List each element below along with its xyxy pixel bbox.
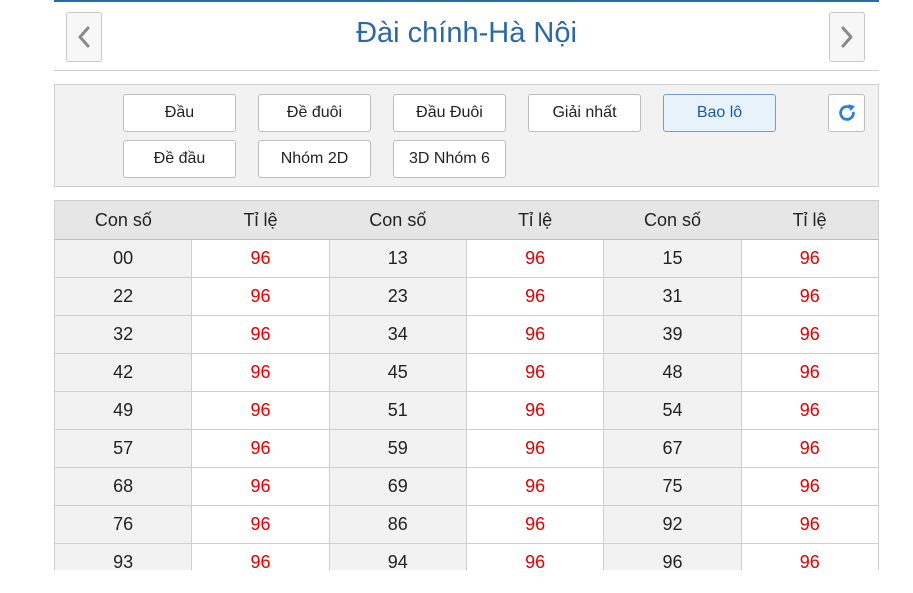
rate-cell: 96 bbox=[740, 391, 879, 430]
table-row: 00 96 13 96 15 96 bbox=[54, 239, 879, 278]
next-button[interactable] bbox=[829, 12, 865, 62]
number-cell: 68 bbox=[54, 467, 193, 506]
filter-dau-button[interactable]: Đầu bbox=[123, 94, 236, 132]
filter-dau-duoi-button[interactable]: Đầu Đuôi bbox=[393, 94, 506, 132]
page-title: Đài chính-Hà Nội bbox=[356, 17, 577, 49]
number-cell: 39 bbox=[603, 315, 742, 354]
number-cell: 32 bbox=[54, 315, 193, 354]
refresh-button[interactable] bbox=[828, 94, 865, 132]
rate-cell: 96 bbox=[465, 353, 605, 392]
number-cell: 49 bbox=[54, 391, 193, 430]
column-header-number: Con số bbox=[603, 200, 742, 240]
filter-bao-lo-button[interactable]: Bao lô bbox=[663, 94, 776, 132]
rate-cell: 96 bbox=[740, 239, 879, 278]
rate-cell: 96 bbox=[191, 505, 330, 544]
table-row: 93 96 94 96 96 96 bbox=[54, 543, 879, 570]
filter-de-duoi-button[interactable]: Đề đuôi bbox=[258, 94, 371, 132]
rate-cell: 96 bbox=[740, 543, 879, 570]
table-row: 42 96 45 96 48 96 bbox=[54, 353, 879, 392]
number-cell: 51 bbox=[328, 391, 467, 430]
rate-cell: 96 bbox=[191, 429, 330, 468]
number-cell: 69 bbox=[328, 467, 467, 506]
rate-cell: 96 bbox=[740, 277, 879, 316]
table-row: 57 96 59 96 67 96 bbox=[54, 429, 879, 468]
column-header-number: Con số bbox=[54, 200, 192, 240]
number-cell: 48 bbox=[603, 353, 742, 392]
number-cell: 00 bbox=[54, 239, 193, 278]
filter-panel: Đầu Đề đuôi Đầu Đuôi Giải nhất Bao lô Đề… bbox=[54, 84, 879, 187]
rate-cell: 96 bbox=[191, 391, 330, 430]
table-body: 00 96 13 96 15 96 22 96 23 96 31 96 32 96 34 96 39 96 42 96… bbox=[54, 239, 879, 570]
column-header-number: Con số bbox=[329, 200, 467, 240]
rate-cell: 96 bbox=[465, 391, 605, 430]
rate-cell: 96 bbox=[465, 543, 605, 570]
rate-cell: 96 bbox=[740, 353, 879, 392]
number-cell: 23 bbox=[328, 277, 467, 316]
table-row: 32 96 34 96 39 96 bbox=[54, 315, 879, 354]
header-bar: Đài chính-Hà Nội bbox=[54, 0, 879, 71]
rate-cell: 96 bbox=[465, 315, 605, 354]
rate-cell: 96 bbox=[465, 277, 605, 316]
table-row: 68 96 69 96 75 96 bbox=[54, 467, 879, 506]
refresh-icon bbox=[838, 104, 855, 121]
number-cell: 22 bbox=[54, 277, 193, 316]
number-cell: 59 bbox=[328, 429, 467, 468]
column-header-rate: Tỉ lệ bbox=[741, 200, 879, 240]
number-cell: 13 bbox=[328, 239, 467, 278]
filter-giai-nhat-button[interactable]: Giải nhất bbox=[528, 94, 641, 132]
number-cell: 67 bbox=[603, 429, 742, 468]
number-cell: 92 bbox=[603, 505, 742, 544]
number-cell: 54 bbox=[603, 391, 742, 430]
rate-cell: 96 bbox=[465, 467, 605, 506]
rate-cell: 96 bbox=[465, 505, 605, 544]
number-cell: 57 bbox=[54, 429, 193, 468]
rate-cell: 96 bbox=[191, 315, 330, 354]
number-cell: 75 bbox=[603, 467, 742, 506]
rate-cell: 96 bbox=[191, 277, 330, 316]
number-cell: 94 bbox=[328, 543, 467, 570]
number-cell: 15 bbox=[603, 239, 742, 278]
number-cell: 45 bbox=[328, 353, 467, 392]
number-cell: 34 bbox=[328, 315, 467, 354]
rate-cell: 96 bbox=[191, 239, 330, 278]
rate-cell: 96 bbox=[191, 543, 330, 570]
filter-de-dau-button[interactable]: Đề đầu bbox=[123, 140, 236, 178]
chevron-right-icon bbox=[841, 26, 853, 48]
number-cell: 93 bbox=[54, 543, 193, 570]
rate-cell: 96 bbox=[740, 467, 879, 506]
number-cell: 31 bbox=[603, 277, 742, 316]
rate-table: Con số Tỉ lệ Con số Tỉ lệ Con số Tỉ lệ 00 96 13… bbox=[54, 200, 879, 570]
number-cell: 42 bbox=[54, 353, 193, 392]
filter-nhom-2d-button[interactable]: Nhóm 2D bbox=[258, 140, 371, 178]
table-row: 49 96 51 96 54 96 bbox=[54, 391, 879, 430]
rate-cell: 96 bbox=[191, 467, 330, 506]
rate-cell: 96 bbox=[465, 239, 605, 278]
rate-cell: 96 bbox=[465, 429, 605, 468]
rate-cell: 96 bbox=[740, 429, 879, 468]
rate-table-container: Con số Tỉ lệ Con số Tỉ lệ Con số Tỉ lệ 00 96 13… bbox=[54, 200, 879, 570]
number-cell: 96 bbox=[603, 543, 742, 570]
filter-3d-nhom-6-button[interactable]: 3D Nhóm 6 bbox=[393, 140, 506, 178]
column-header-rate: Tỉ lệ bbox=[466, 200, 604, 240]
rate-cell: 96 bbox=[740, 505, 879, 544]
lottery-rate-panel: Đài chính-Hà Nội Đầu Đề đuôi Đầu Đuôi Gi… bbox=[54, 0, 879, 570]
table-header-row: Con số Tỉ lệ Con số Tỉ lệ Con số Tỉ lệ bbox=[54, 200, 879, 240]
rate-cell: 96 bbox=[191, 353, 330, 392]
table-row: 76 96 86 96 92 96 bbox=[54, 505, 879, 544]
table-row: 22 96 23 96 31 96 bbox=[54, 277, 879, 316]
number-cell: 86 bbox=[328, 505, 467, 544]
rate-cell: 96 bbox=[740, 315, 879, 354]
column-header-rate: Tỉ lệ bbox=[191, 200, 330, 240]
number-cell: 76 bbox=[54, 505, 193, 544]
